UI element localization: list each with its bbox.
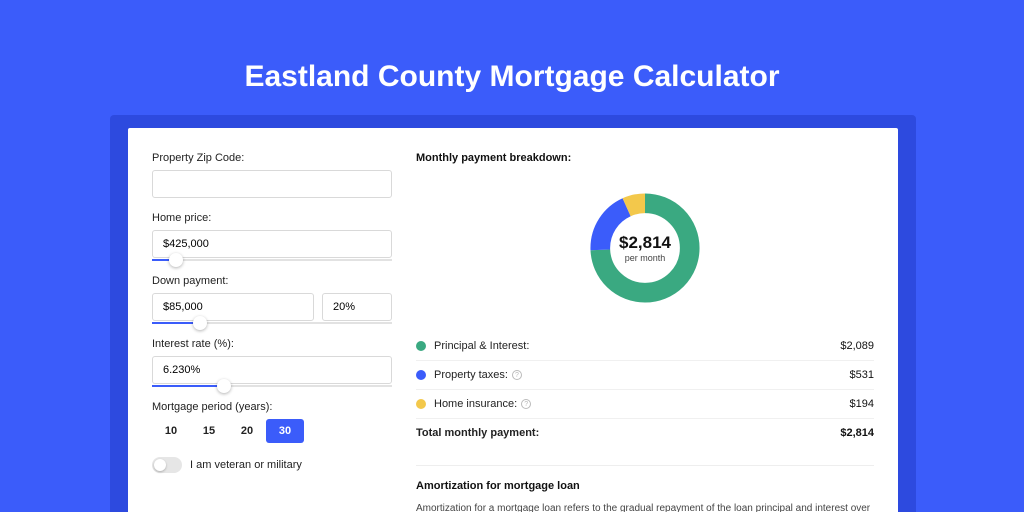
mortgage-period-field: Mortgage period (years): 10 15 20 30 <box>152 401 392 443</box>
breakdown-total-value: $2,814 <box>840 427 874 439</box>
down-payment-amount-input[interactable] <box>152 293 314 321</box>
breakdown-total-label: Total monthly payment: <box>416 427 840 439</box>
donut-chart-wrap: $2,814 per month <box>416 178 874 318</box>
breakdown-row-total: Total monthly payment: $2,814 <box>416 418 874 447</box>
interest-rate-slider-thumb[interactable] <box>217 379 231 393</box>
period-option-30[interactable]: 30 <box>266 419 304 443</box>
amortization-text: Amortization for a mortgage loan refers … <box>416 502 874 512</box>
form-panel: Property Zip Code: Home price: Down paym… <box>152 152 392 512</box>
home-price-slider-thumb[interactable] <box>169 253 183 267</box>
zip-label: Property Zip Code: <box>152 152 392 164</box>
veteran-toggle-row: I am veteran or military <box>152 457 392 473</box>
info-icon[interactable]: ? <box>521 399 531 409</box>
zip-field: Property Zip Code: <box>152 152 392 198</box>
down-payment-field: Down payment: <box>152 275 392 324</box>
breakdown-title: Monthly payment breakdown: <box>416 152 874 164</box>
home-price-input[interactable] <box>152 230 392 258</box>
donut-center-amount: $2,814 <box>619 233 671 253</box>
down-payment-percent-input[interactable] <box>322 293 392 321</box>
calculator-card: Property Zip Code: Home price: Down paym… <box>128 128 898 512</box>
down-payment-slider-thumb[interactable] <box>193 316 207 330</box>
interest-rate-slider[interactable] <box>152 385 392 387</box>
veteran-toggle-knob <box>154 459 166 471</box>
period-option-15[interactable]: 15 <box>190 419 228 443</box>
breakdown-panel: Monthly payment breakdown: $2,814 per mo… <box>416 152 874 512</box>
donut-chart: $2,814 per month <box>586 189 704 307</box>
interest-rate-label: Interest rate (%): <box>152 338 392 350</box>
dot-icon <box>416 399 426 409</box>
home-price-label: Home price: <box>152 212 392 224</box>
page-title: Eastland County Mortgage Calculator <box>0 0 1024 94</box>
breakdown-label: Principal & Interest: <box>434 340 840 352</box>
breakdown-label: Home insurance: ? <box>434 398 850 410</box>
breakdown-row-insurance: Home insurance: ? $194 <box>416 389 874 418</box>
breakdown-value: $531 <box>850 369 874 381</box>
breakdown-value: $194 <box>850 398 874 410</box>
down-payment-label: Down payment: <box>152 275 392 287</box>
interest-rate-field: Interest rate (%): <box>152 338 392 387</box>
veteran-toggle-label: I am veteran or military <box>190 459 302 471</box>
info-icon[interactable]: ? <box>512 370 522 380</box>
breakdown-label: Property taxes: ? <box>434 369 850 381</box>
dot-icon <box>416 341 426 351</box>
home-price-field: Home price: <box>152 212 392 261</box>
down-payment-slider[interactable] <box>152 322 392 324</box>
breakdown-value: $2,089 <box>840 340 874 352</box>
breakdown-row-principal: Principal & Interest: $2,089 <box>416 332 874 360</box>
dot-icon <box>416 370 426 380</box>
amortization-title: Amortization for mortgage loan <box>416 480 874 492</box>
amortization-section: Amortization for mortgage loan Amortizat… <box>416 465 874 512</box>
mortgage-period-label: Mortgage period (years): <box>152 401 392 413</box>
home-price-slider[interactable] <box>152 259 392 261</box>
mortgage-period-options: 10 15 20 30 <box>152 419 392 443</box>
veteran-toggle[interactable] <box>152 457 182 473</box>
zip-input[interactable] <box>152 170 392 198</box>
donut-center-sub: per month <box>625 253 666 263</box>
period-option-10[interactable]: 10 <box>152 419 190 443</box>
period-option-20[interactable]: 20 <box>228 419 266 443</box>
interest-rate-input[interactable] <box>152 356 392 384</box>
breakdown-row-taxes: Property taxes: ? $531 <box>416 360 874 389</box>
